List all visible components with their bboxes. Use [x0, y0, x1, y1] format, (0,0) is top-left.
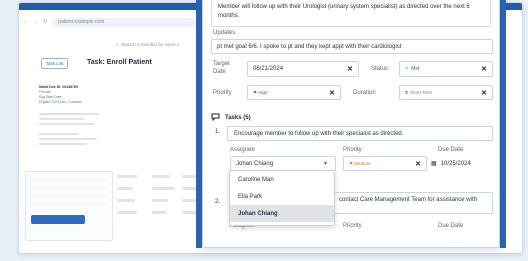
grid-cell — [117, 199, 135, 202]
flag-icon: ⚑ — [253, 89, 258, 95]
chevron-down-icon[interactable]: ▼ — [323, 161, 328, 167]
assignee-value: Johan Chiang — [236, 160, 274, 167]
priority-label: Priority — [213, 90, 232, 96]
target-date-field[interactable]: 06/21/2024 ✕ — [247, 61, 359, 77]
reload-icon[interactable]: ↻ — [43, 19, 47, 25]
assignee-option[interactable]: Ella Park — [230, 188, 334, 205]
page-title: Task: Enroll Patient — [87, 59, 152, 66]
priority-column-label: Priority — [343, 147, 362, 153]
duration-label: Duration — [353, 90, 376, 96]
tasks-section-header: Tasks (5) — [211, 113, 251, 123]
search-placeholder: Search a member by name o — [121, 41, 180, 47]
task-priority-value: Medium — [354, 160, 371, 166]
priority-chip: ⚑ Medium — [349, 161, 370, 167]
duration-chip: ⧗ Short Term — [405, 90, 432, 95]
back-to-task-list-button[interactable]: Task List — [41, 58, 68, 69]
forward-arrow-icon[interactable]: → — [33, 19, 38, 25]
divider — [39, 123, 94, 125]
due-date-label: Due Date — [438, 147, 464, 153]
tasks-heading: Tasks (5) — [225, 115, 251, 121]
task-number: 2. — [215, 199, 221, 205]
assignee-dropdown-list: Caroline Man Ella Park Johan Chiang — [229, 170, 335, 226]
due-date-value: 10/25/2024 — [440, 160, 471, 167]
browser-toolbar: ← → ↻ patient.example.com — [23, 15, 195, 29]
grid-cell — [117, 211, 137, 214]
goal-description: Member will follow up with their Urologi… — [211, 0, 491, 27]
priority-select[interactable]: ⚑ High ✕ — [247, 85, 341, 100]
member-info: Maria Doe ID: 00448765 Female Elig Start… — [39, 85, 119, 148]
flag-icon: ⚑ — [349, 160, 354, 166]
background-table — [25, 171, 113, 241]
grid-cell — [152, 199, 168, 202]
primary-action-button[interactable] — [31, 215, 85, 224]
address-bar[interactable]: patient.example.com — [52, 17, 195, 27]
table-row — [30, 172, 108, 180]
grid-cell — [117, 175, 137, 178]
priority-chip: ⚑ High — [253, 90, 268, 96]
duration-select[interactable]: ⧗ Short Term ✕ — [399, 85, 493, 100]
grid-cell — [117, 187, 133, 190]
clear-icon[interactable]: ✕ — [481, 89, 487, 97]
target-date-label: Target Date — [213, 61, 230, 75]
updates-value: pt met goal 6/6. I spoke to pt and they … — [217, 43, 402, 50]
divider — [39, 133, 79, 135]
status-label: Status — [371, 66, 389, 72]
assignee-select[interactable]: Johan Chiang ▼ — [230, 156, 336, 171]
check-icon: ✓ — [405, 66, 410, 72]
status-select[interactable]: ✓ Met ✕ — [399, 61, 493, 77]
task-priority-select[interactable]: ⚑ Medium ✕ — [343, 156, 427, 171]
table-row — [30, 188, 108, 196]
divider — [39, 118, 84, 120]
grid-cell — [152, 187, 174, 190]
due-date-field[interactable]: ▦ 10/25/2024 — [431, 156, 493, 171]
duration-value: Short Term — [410, 90, 433, 95]
hourglass-icon: ⧗ — [405, 90, 409, 95]
table-row — [30, 196, 108, 204]
task-description-field[interactable]: contact Care Management Team for assista… — [333, 192, 493, 214]
status-value: Met — [411, 66, 420, 72]
grid-cell — [152, 211, 166, 214]
clear-icon[interactable]: ✕ — [329, 89, 335, 97]
divider — [39, 143, 87, 145]
back-label: Task List — [45, 61, 64, 66]
assignee-option[interactable]: Caroline Man — [230, 171, 334, 188]
assignee-option-selected[interactable]: Johan Chiang — [230, 205, 334, 222]
search-icon: ⌕ — [116, 41, 119, 47]
priority-column-label: Priority — [343, 223, 362, 229]
address-text: patient.example.com — [58, 19, 105, 25]
task-description: Encourage member to follow up with their… — [234, 131, 404, 137]
chat-bubble-icon — [211, 113, 220, 123]
status-chip: ✓ Met — [405, 66, 420, 72]
priority-value: High — [258, 89, 268, 95]
grid-cell — [182, 187, 196, 190]
calendar-icon: ▦ — [431, 161, 437, 167]
clear-icon[interactable]: ✕ — [347, 65, 353, 73]
back-arrow-icon[interactable]: ← — [23, 19, 28, 25]
target-date-value: 06/21/2024 — [253, 66, 284, 72]
background-grid — [117, 173, 207, 243]
table-row — [30, 180, 108, 188]
member-contract: Eligible 2024 Dec. Contract — [39, 100, 82, 104]
clear-icon[interactable]: ✕ — [481, 65, 487, 73]
clear-icon[interactable]: ✕ — [415, 160, 421, 168]
grid-cell — [152, 175, 170, 178]
assignee-label: Assignee — [230, 147, 255, 153]
due-date-label: Due Date — [438, 223, 464, 229]
updates-label: Updates — [213, 30, 236, 36]
task-number: 1. — [215, 129, 221, 135]
updates-field[interactable]: pt met goal 6/6. I spoke to pt and they … — [211, 39, 493, 54]
panel-frame-right — [500, 0, 506, 248]
task-description: contact Care Management Team for assista… — [339, 197, 477, 203]
divider — [39, 138, 97, 140]
divider — [39, 113, 99, 115]
task-description-field[interactable]: Encourage member to follow up with their… — [227, 126, 493, 141]
